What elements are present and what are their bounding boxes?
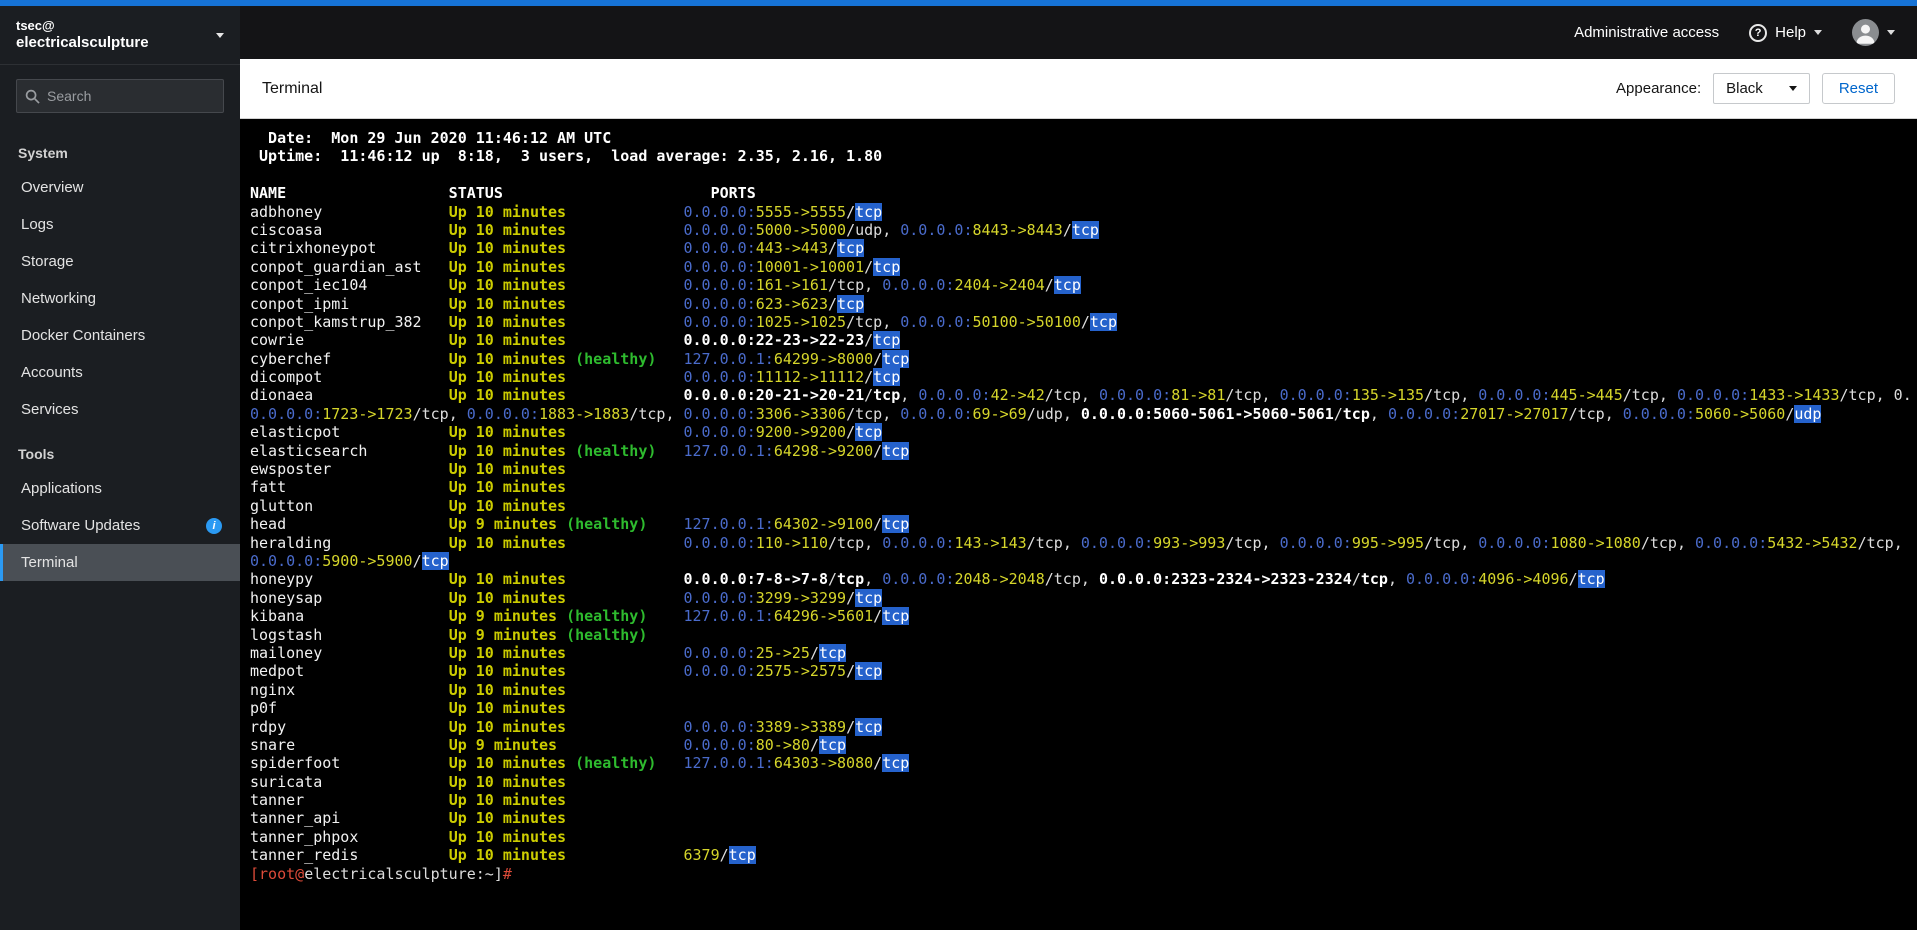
help-menu[interactable]: ? Help <box>1749 23 1822 42</box>
terminal-line: honeysap Up 10 minutes 0.0.0.0:3299->329… <box>250 588 883 607</box>
sidebar-item-terminal[interactable]: Terminal <box>0 544 240 581</box>
terminal-line: dionaea Up 10 minutes 0.0.0.0:20-21->20-… <box>250 386 1912 405</box>
avatar <box>1852 19 1879 46</box>
terminal-line: glutton Up 10 minutes <box>250 496 567 515</box>
terminal-line: conpot_guardian_ast Up 10 minutes 0.0.0.… <box>250 257 901 276</box>
nav-item-label: Docker Containers <box>21 327 146 344</box>
help-icon: ? <box>1749 23 1768 42</box>
terminal-line: tanner_redis Up 10 minutes 6379/tcp <box>250 846 756 865</box>
nav-item-label: Services <box>21 401 79 418</box>
terminal-line: 0.0.0.0:5900->5900/tcp <box>250 551 449 570</box>
sidebar-item-logs[interactable]: Logs <box>0 206 240 243</box>
nav-item-label: Storage <box>21 253 74 270</box>
terminal-line: [root@electricalsculpture:~]# <box>250 864 512 883</box>
terminal-line: tanner_phpox Up 10 minutes <box>250 827 567 846</box>
app-shell: tsec@ electricalsculpture System Overview… <box>0 6 1917 930</box>
terminal-line: ewsposter Up 10 minutes <box>250 460 567 479</box>
masthead: Administrative access ? Help <box>240 6 1917 59</box>
terminal-line: ciscoasa Up 10 minutes 0.0.0.0:5000->500… <box>250 220 1099 239</box>
terminal-line: fatt Up 10 minutes <box>250 478 567 497</box>
nav-item-label: Logs <box>21 216 54 233</box>
terminal-line: logstash Up 9 minutes (healthy) <box>250 625 648 644</box>
sidebar: tsec@ electricalsculpture System Overview… <box>0 6 240 930</box>
terminal-line: suricata Up 10 minutes <box>250 772 567 791</box>
sidebar-item-networking[interactable]: Networking <box>0 280 240 317</box>
terminal-line: Date: Mon 29 Jun 2020 11:46:12 AM UTC <box>250 129 612 147</box>
sidebar-item-overview[interactable]: Overview <box>0 169 240 206</box>
terminal-line: conpot_kamstrup_382 Up 10 minutes 0.0.0.… <box>250 312 1117 331</box>
terminal-line: conpot_ipmi Up 10 minutes 0.0.0.0:623->6… <box>250 294 865 313</box>
nav-section-title: Tools <box>18 446 55 462</box>
terminal-line: cowrie Up 10 minutes 0.0.0.0:22-23->22-2… <box>250 331 901 350</box>
host-switcher[interactable]: tsec@ electricalsculpture <box>0 6 240 65</box>
terminal-line: tanner Up 10 minutes <box>250 791 567 810</box>
search-icon <box>25 89 40 104</box>
nav-item-label: Software Updates <box>21 517 141 534</box>
terminal-line: 0.0.0.0:1723->1723/tcp, 0.0.0.0:1883->18… <box>250 404 1822 423</box>
person-icon <box>1856 24 1875 44</box>
terminal-line: mailoney Up 10 minutes 0.0.0.0:25->25/tc… <box>250 643 847 662</box>
user-menu[interactable] <box>1852 19 1895 46</box>
appearance-select[interactable]: Black <box>1713 73 1810 104</box>
nav-section-title: System <box>18 145 68 161</box>
terminal-line: elasticsearch Up 10 minutes (healthy) 12… <box>250 441 910 460</box>
terminal-line: cyberchef Up 10 minutes (healthy) 127.0.… <box>250 349 910 368</box>
terminal-output[interactable]: Date: Mon 29 Jun 2020 11:46:12 AM UTC Up… <box>240 119 1917 930</box>
nav-item-label: Applications <box>21 480 102 497</box>
terminal-line: heralding Up 10 minutes 0.0.0.0:110->110… <box>250 533 1903 552</box>
page-toolbar: Terminal Appearance: Black Reset <box>240 59 1917 119</box>
sidebar-nav: System Overview Logs Storage Networking Docke… <box>0 127 240 930</box>
host-switcher-text: tsec@ electricalsculpture <box>16 18 149 53</box>
terminal-line: head Up 9 minutes (healthy) 127.0.0.1:64… <box>250 515 910 534</box>
sidebar-item-storage[interactable]: Storage <box>0 243 240 280</box>
terminal-line: rdpy Up 10 minutes 0.0.0.0:3389->3389/tc… <box>250 717 883 736</box>
terminal-line: adbhoney Up 10 minutes 0.0.0.0:5555->555… <box>250 202 883 221</box>
appearance-value: Black <box>1726 80 1763 97</box>
terminal-line: spiderfoot Up 10 minutes (healthy) 127.0… <box>250 754 910 773</box>
chevron-down-icon <box>1814 30 1822 35</box>
help-label: Help <box>1775 24 1806 41</box>
toolbar-actions: Appearance: Black Reset <box>1616 73 1895 104</box>
search-input[interactable] <box>16 79 224 113</box>
nav-item-label: Overview <box>21 179 84 196</box>
main-column: Administrative access ? Help Terminal Ap <box>240 6 1917 930</box>
nav-item-label: Accounts <box>21 364 83 381</box>
terminal-line: elasticpot Up 10 minutes 0.0.0.0:9200->9… <box>250 423 883 442</box>
terminal-line: tanner_api Up 10 minutes <box>250 809 567 828</box>
terminal-line: nginx Up 10 minutes <box>250 680 567 699</box>
terminal-line: citrixhoneypot Up 10 minutes 0.0.0.0:443… <box>250 239 865 258</box>
terminal-line: Uptime: 11:46:12 up 8:18, 3 users, load … <box>250 147 883 166</box>
info-icon[interactable]: i <box>206 517 222 534</box>
terminal-line: p0f Up 10 minutes <box>250 699 567 718</box>
terminal-line: kibana Up 9 minutes (healthy) 127.0.0.1:… <box>250 607 910 626</box>
terminal-line: NAME STATUS PORTS <box>250 184 756 203</box>
nav-item-label: Networking <box>21 290 97 307</box>
nav-item-label: Terminal <box>21 554 78 571</box>
search-box <box>16 79 224 113</box>
username: tsec@ <box>16 17 55 33</box>
sidebar-item-applications[interactable]: Applications <box>0 470 240 507</box>
terminal-line: medpot Up 10 minutes 0.0.0.0:2575->2575/… <box>250 662 883 681</box>
chevron-down-icon <box>1788 86 1797 91</box>
sidebar-item-software-updates[interactable]: Software Updates i <box>0 507 240 544</box>
terminal-line: snare Up 9 minutes 0.0.0.0:80->80/tcp <box>250 735 847 754</box>
sidebar-item-services[interactable]: Services <box>0 391 240 428</box>
administrative-access-button[interactable]: Administrative access <box>1574 24 1719 41</box>
terminal-line: conpot_iec104 Up 10 minutes 0.0.0.0:161-… <box>250 276 1081 295</box>
chevron-down-icon <box>1887 30 1895 35</box>
page-title: Terminal <box>262 79 323 97</box>
sidebar-item-docker-containers[interactable]: Docker Containers <box>0 317 240 354</box>
terminal-line: honeypy Up 10 minutes 0.0.0.0:7-8->7-8/t… <box>250 570 1605 589</box>
sidebar-item-accounts[interactable]: Accounts <box>0 354 240 391</box>
reset-button[interactable]: Reset <box>1821 73 1895 104</box>
appearance-label: Appearance: <box>1616 80 1702 97</box>
hostname: electricalsculpture <box>16 33 149 51</box>
terminal-line: dicompot Up 10 minutes 0.0.0.0:11112->11… <box>250 368 901 387</box>
chevron-down-icon <box>216 32 224 38</box>
